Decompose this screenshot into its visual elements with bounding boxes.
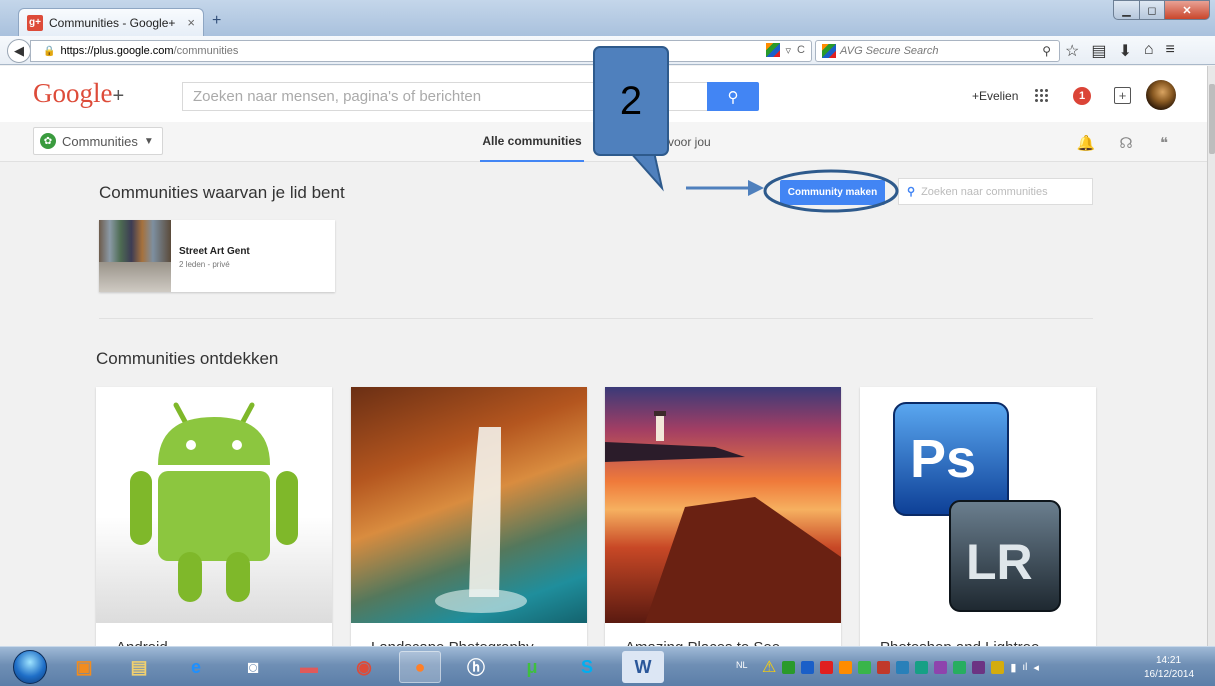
volume-icon[interactable]: ◂ bbox=[1033, 661, 1039, 674]
start-button[interactable] bbox=[13, 650, 47, 684]
tray-app-icon[interactable] bbox=[820, 660, 834, 674]
internet-explorer-icon[interactable]: e bbox=[175, 651, 217, 683]
clock-date[interactable]: 16/12/2014 bbox=[1144, 669, 1194, 680]
annotation-arrowhead bbox=[748, 180, 764, 196]
onenote-icon[interactable] bbox=[972, 660, 986, 674]
battery-icon[interactable]: ▮ bbox=[1010, 661, 1016, 674]
tray-app-icon[interactable] bbox=[839, 660, 853, 674]
firefox-icon[interactable]: ● bbox=[399, 651, 441, 683]
signal-icon[interactable]: ıl bbox=[1022, 662, 1027, 673]
skype-icon[interactable]: S bbox=[566, 651, 608, 683]
tray-app-icon[interactable] bbox=[915, 660, 929, 674]
tray-app-icon[interactable] bbox=[953, 660, 967, 674]
tray-app-icon[interactable] bbox=[877, 660, 891, 674]
language-indicator[interactable]: NL bbox=[736, 660, 748, 670]
tray-app-icon[interactable] bbox=[858, 660, 872, 674]
tray-app-icon[interactable] bbox=[782, 660, 796, 674]
tray-app-icon[interactable] bbox=[934, 660, 948, 674]
windows-taskbar: ▣ ▤ e ◙ ▬ ◉ ● ⓗ μ S W NL ⚠ ▮ ıl ◂ 14:21 … bbox=[0, 646, 1215, 686]
callout-step-number: 2 bbox=[593, 46, 669, 156]
annotation-ellipse bbox=[763, 169, 899, 213]
chrome-icon[interactable]: ◉ bbox=[343, 651, 385, 683]
tray-app-icon[interactable] bbox=[991, 660, 1005, 674]
utorrent-icon[interactable]: μ bbox=[511, 651, 553, 683]
media-player-icon[interactable]: ▣ bbox=[63, 651, 105, 683]
system-tray: ⚠ ▮ ıl ◂ bbox=[762, 657, 1039, 677]
image-app-icon[interactable]: ▬ bbox=[288, 651, 330, 683]
callout-pointer bbox=[627, 151, 664, 192]
hp-icon[interactable]: ⓗ bbox=[455, 651, 497, 683]
word-icon[interactable]: W bbox=[622, 651, 664, 683]
warning-icon[interactable]: ⚠ bbox=[762, 657, 776, 677]
camera-app-icon[interactable]: ◙ bbox=[232, 651, 274, 683]
file-explorer-icon[interactable]: ▤ bbox=[118, 651, 160, 683]
bluetooth-icon[interactable] bbox=[896, 660, 910, 674]
clock-time[interactable]: 14:21 bbox=[1156, 655, 1181, 666]
tray-app-icon[interactable] bbox=[801, 660, 815, 674]
